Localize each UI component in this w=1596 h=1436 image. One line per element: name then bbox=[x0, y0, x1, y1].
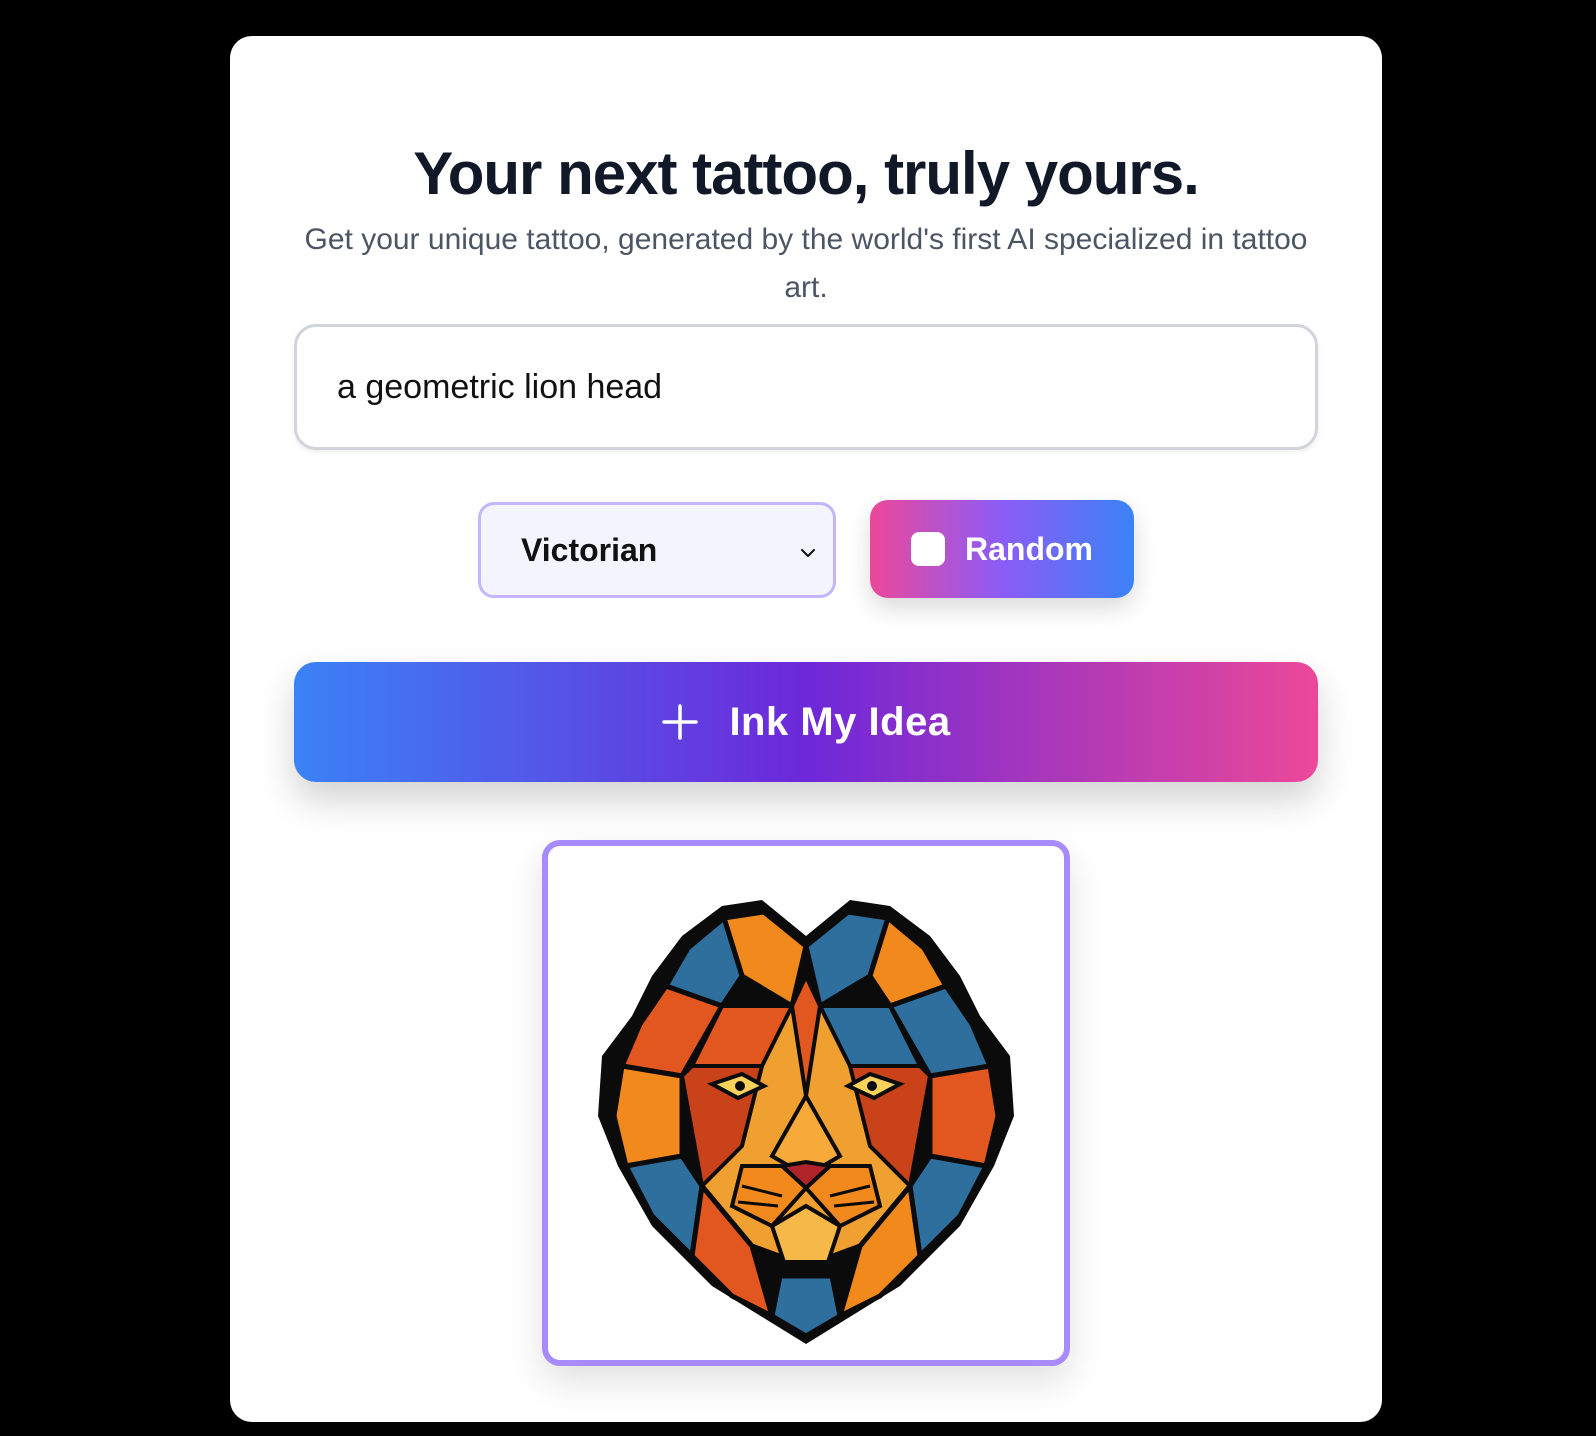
lion-tattoo-image bbox=[598, 900, 1014, 1344]
random-button[interactable]: Random bbox=[870, 500, 1134, 598]
style-select[interactable]: Victorian bbox=[478, 502, 836, 598]
style-select-value: Victorian bbox=[521, 531, 658, 568]
page-title: Your next tattoo, truly yours. bbox=[413, 140, 1200, 207]
square-icon bbox=[911, 532, 945, 566]
plus-icon bbox=[662, 704, 699, 740]
page-subtitle: Get your unique tattoo, generated by the… bbox=[304, 223, 1308, 304]
tattoo-idea-input[interactable] bbox=[294, 324, 1318, 450]
random-button-label: Random bbox=[965, 530, 1093, 567]
generated-tattoo-frame bbox=[542, 840, 1070, 1366]
ink-my-idea-button[interactable]: Ink My Idea bbox=[294, 662, 1318, 782]
main-card: Your next tattoo, truly yours. Get your … bbox=[230, 36, 1382, 1422]
chevron-down-icon bbox=[801, 549, 815, 557]
ink-my-idea-label: Ink My Idea bbox=[729, 699, 951, 744]
